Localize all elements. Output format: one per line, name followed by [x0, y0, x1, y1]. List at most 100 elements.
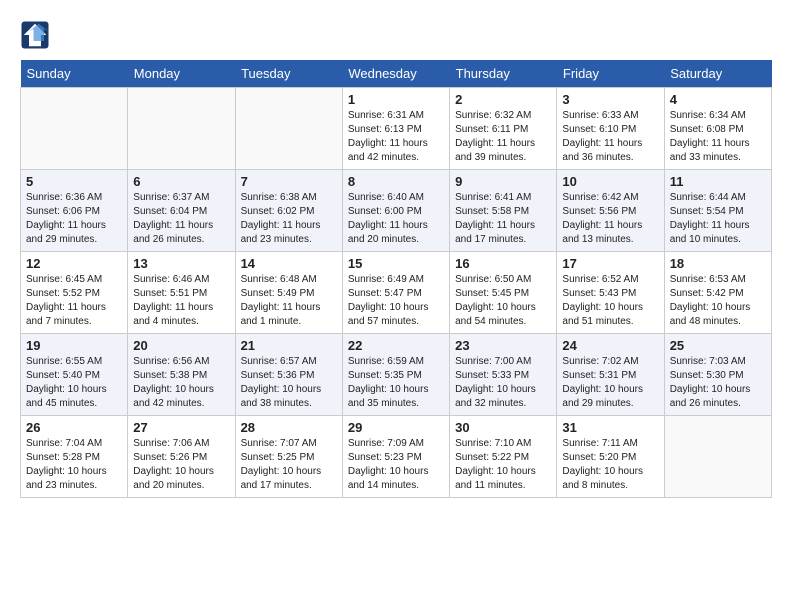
- day-number: 1: [348, 92, 444, 107]
- day-info: Sunrise: 7:03 AM Sunset: 5:30 PM Dayligh…: [670, 355, 766, 411]
- calendar-cell: [235, 88, 342, 170]
- calendar-cell: 12 Sunrise: 6:45 AM Sunset: 5:52 PM Dayli…: [21, 252, 128, 334]
- weekday-header-saturday: Saturday: [664, 60, 771, 88]
- day-number: 12: [26, 256, 122, 271]
- day-info: Sunrise: 6:32 AM Sunset: 6:11 PM Dayligh…: [455, 109, 551, 165]
- day-number: 5: [26, 174, 122, 189]
- calendar-cell: 22 Sunrise: 6:59 AM Sunset: 5:35 PM Dayli…: [342, 334, 449, 416]
- day-number: 14: [241, 256, 337, 271]
- day-number: 21: [241, 338, 337, 353]
- day-info: Sunrise: 6:52 AM Sunset: 5:43 PM Dayligh…: [562, 273, 658, 329]
- day-info: Sunrise: 7:11 AM Sunset: 5:20 PM Dayligh…: [562, 437, 658, 493]
- calendar-cell: 14Sunrise: 6:48 AM Sunset: 5:49 PM Dayli…: [235, 252, 342, 334]
- calendar-cell: 31 Sunrise: 7:11 AM Sunset: 5:20 PM Dayli…: [557, 416, 664, 498]
- calendar-week-row: 12 Sunrise: 6:45 AM Sunset: 5:52 PM Dayli…: [21, 252, 772, 334]
- weekday-header-wednesday: Wednesday: [342, 60, 449, 88]
- day-number: 2: [455, 92, 551, 107]
- day-number: 11: [670, 174, 766, 189]
- day-number: 15: [348, 256, 444, 271]
- day-number: 26: [26, 420, 122, 435]
- day-info: Sunrise: 6:37 AM Sunset: 6:04 PM Dayligh…: [133, 191, 229, 247]
- calendar-week-row: 5Sunrise: 6:36 AM Sunset: 6:06 PM Daylig…: [21, 170, 772, 252]
- day-info: Sunrise: 6:31 AM Sunset: 6:13 PM Dayligh…: [348, 109, 444, 165]
- calendar-cell: 27 Sunrise: 7:06 AM Sunset: 5:26 PM Dayli…: [128, 416, 235, 498]
- day-info: Sunrise: 6:59 AM Sunset: 5:35 PM Dayligh…: [348, 355, 444, 411]
- calendar-cell: 7 Sunrise: 6:38 AM Sunset: 6:02 PM Daylig…: [235, 170, 342, 252]
- calendar-cell: [128, 88, 235, 170]
- day-number: 30: [455, 420, 551, 435]
- weekday-header-row: SundayMondayTuesdayWednesdayThursdayFrid…: [21, 60, 772, 88]
- day-number: 8: [348, 174, 444, 189]
- day-number: 13: [133, 256, 229, 271]
- calendar-cell: 20Sunrise: 6:56 AM Sunset: 5:38 PM Dayli…: [128, 334, 235, 416]
- day-info: Sunrise: 6:44 AM Sunset: 5:54 PM Dayligh…: [670, 191, 766, 247]
- calendar-cell: 4 Sunrise: 6:34 AM Sunset: 6:08 PM Daylig…: [664, 88, 771, 170]
- day-number: 7: [241, 174, 337, 189]
- page-header: [20, 20, 772, 50]
- day-number: 27: [133, 420, 229, 435]
- calendar-week-row: 26 Sunrise: 7:04 AM Sunset: 5:28 PM Dayli…: [21, 416, 772, 498]
- calendar-cell: 23 Sunrise: 7:00 AM Sunset: 5:33 PM Dayli…: [450, 334, 557, 416]
- day-number: 17: [562, 256, 658, 271]
- calendar-cell: 17 Sunrise: 6:52 AM Sunset: 5:43 PM Dayli…: [557, 252, 664, 334]
- day-info: Sunrise: 6:33 AM Sunset: 6:10 PM Dayligh…: [562, 109, 658, 165]
- day-info: Sunrise: 6:45 AM Sunset: 5:52 PM Dayligh…: [26, 273, 122, 329]
- day-info: Sunrise: 7:04 AM Sunset: 5:28 PM Dayligh…: [26, 437, 122, 493]
- calendar-cell: 13 Sunrise: 6:46 AM Sunset: 5:51 PM Dayli…: [128, 252, 235, 334]
- day-number: 23: [455, 338, 551, 353]
- day-number: 6: [133, 174, 229, 189]
- calendar-cell: 25 Sunrise: 7:03 AM Sunset: 5:30 PM Dayli…: [664, 334, 771, 416]
- calendar-body: 1 Sunrise: 6:31 AM Sunset: 6:13 PM Daylig…: [21, 88, 772, 498]
- calendar-cell: 8 Sunrise: 6:40 AM Sunset: 6:00 PM Daylig…: [342, 170, 449, 252]
- day-info: Sunrise: 7:06 AM Sunset: 5:26 PM Dayligh…: [133, 437, 229, 493]
- calendar-cell: 30 Sunrise: 7:10 AM Sunset: 5:22 PM Dayli…: [450, 416, 557, 498]
- logo: [20, 20, 54, 50]
- day-info: Sunrise: 6:56 AM Sunset: 5:38 PM Dayligh…: [133, 355, 229, 411]
- day-info: Sunrise: 6:57 AM Sunset: 5:36 PM Dayligh…: [241, 355, 337, 411]
- day-info: Sunrise: 6:38 AM Sunset: 6:02 PM Dayligh…: [241, 191, 337, 247]
- day-number: 3: [562, 92, 658, 107]
- calendar-week-row: 19 Sunrise: 6:55 AM Sunset: 5:40 PM Dayli…: [21, 334, 772, 416]
- day-number: 22: [348, 338, 444, 353]
- calendar-cell: 26 Sunrise: 7:04 AM Sunset: 5:28 PM Dayli…: [21, 416, 128, 498]
- weekday-header-friday: Friday: [557, 60, 664, 88]
- day-info: Sunrise: 6:46 AM Sunset: 5:51 PM Dayligh…: [133, 273, 229, 329]
- day-info: Sunrise: 6:55 AM Sunset: 5:40 PM Dayligh…: [26, 355, 122, 411]
- day-info: Sunrise: 7:02 AM Sunset: 5:31 PM Dayligh…: [562, 355, 658, 411]
- weekday-header-monday: Monday: [128, 60, 235, 88]
- calendar-cell: 29 Sunrise: 7:09 AM Sunset: 5:23 PM Dayli…: [342, 416, 449, 498]
- day-number: 31: [562, 420, 658, 435]
- calendar-cell: 5Sunrise: 6:36 AM Sunset: 6:06 PM Daylig…: [21, 170, 128, 252]
- day-number: 16: [455, 256, 551, 271]
- calendar-cell: 3 Sunrise: 6:33 AM Sunset: 6:10 PM Daylig…: [557, 88, 664, 170]
- calendar-cell: [664, 416, 771, 498]
- day-info: Sunrise: 7:09 AM Sunset: 5:23 PM Dayligh…: [348, 437, 444, 493]
- day-info: Sunrise: 7:07 AM Sunset: 5:25 PM Dayligh…: [241, 437, 337, 493]
- day-info: Sunrise: 7:00 AM Sunset: 5:33 PM Dayligh…: [455, 355, 551, 411]
- day-info: Sunrise: 6:40 AM Sunset: 6:00 PM Dayligh…: [348, 191, 444, 247]
- day-info: Sunrise: 6:42 AM Sunset: 5:56 PM Dayligh…: [562, 191, 658, 247]
- calendar-cell: 11 Sunrise: 6:44 AM Sunset: 5:54 PM Dayli…: [664, 170, 771, 252]
- day-number: 25: [670, 338, 766, 353]
- weekday-header-sunday: Sunday: [21, 60, 128, 88]
- weekday-header-tuesday: Tuesday: [235, 60, 342, 88]
- calendar-cell: 18 Sunrise: 6:53 AM Sunset: 5:42 PM Dayli…: [664, 252, 771, 334]
- day-number: 29: [348, 420, 444, 435]
- day-info: Sunrise: 7:10 AM Sunset: 5:22 PM Dayligh…: [455, 437, 551, 493]
- day-number: 4: [670, 92, 766, 107]
- calendar-header: SundayMondayTuesdayWednesdayThursdayFrid…: [21, 60, 772, 88]
- day-info: Sunrise: 6:41 AM Sunset: 5:58 PM Dayligh…: [455, 191, 551, 247]
- calendar-cell: 1 Sunrise: 6:31 AM Sunset: 6:13 PM Daylig…: [342, 88, 449, 170]
- day-number: 18: [670, 256, 766, 271]
- day-info: Sunrise: 6:50 AM Sunset: 5:45 PM Dayligh…: [455, 273, 551, 329]
- calendar-cell: 6 Sunrise: 6:37 AM Sunset: 6:04 PM Daylig…: [128, 170, 235, 252]
- calendar-cell: 19 Sunrise: 6:55 AM Sunset: 5:40 PM Dayli…: [21, 334, 128, 416]
- day-number: 24: [562, 338, 658, 353]
- day-number: 19: [26, 338, 122, 353]
- calendar-cell: 10Sunrise: 6:42 AM Sunset: 5:56 PM Dayli…: [557, 170, 664, 252]
- calendar-cell: [21, 88, 128, 170]
- day-info: Sunrise: 6:53 AM Sunset: 5:42 PM Dayligh…: [670, 273, 766, 329]
- day-info: Sunrise: 6:34 AM Sunset: 6:08 PM Dayligh…: [670, 109, 766, 165]
- calendar-cell: 9Sunrise: 6:41 AM Sunset: 5:58 PM Daylig…: [450, 170, 557, 252]
- day-number: 28: [241, 420, 337, 435]
